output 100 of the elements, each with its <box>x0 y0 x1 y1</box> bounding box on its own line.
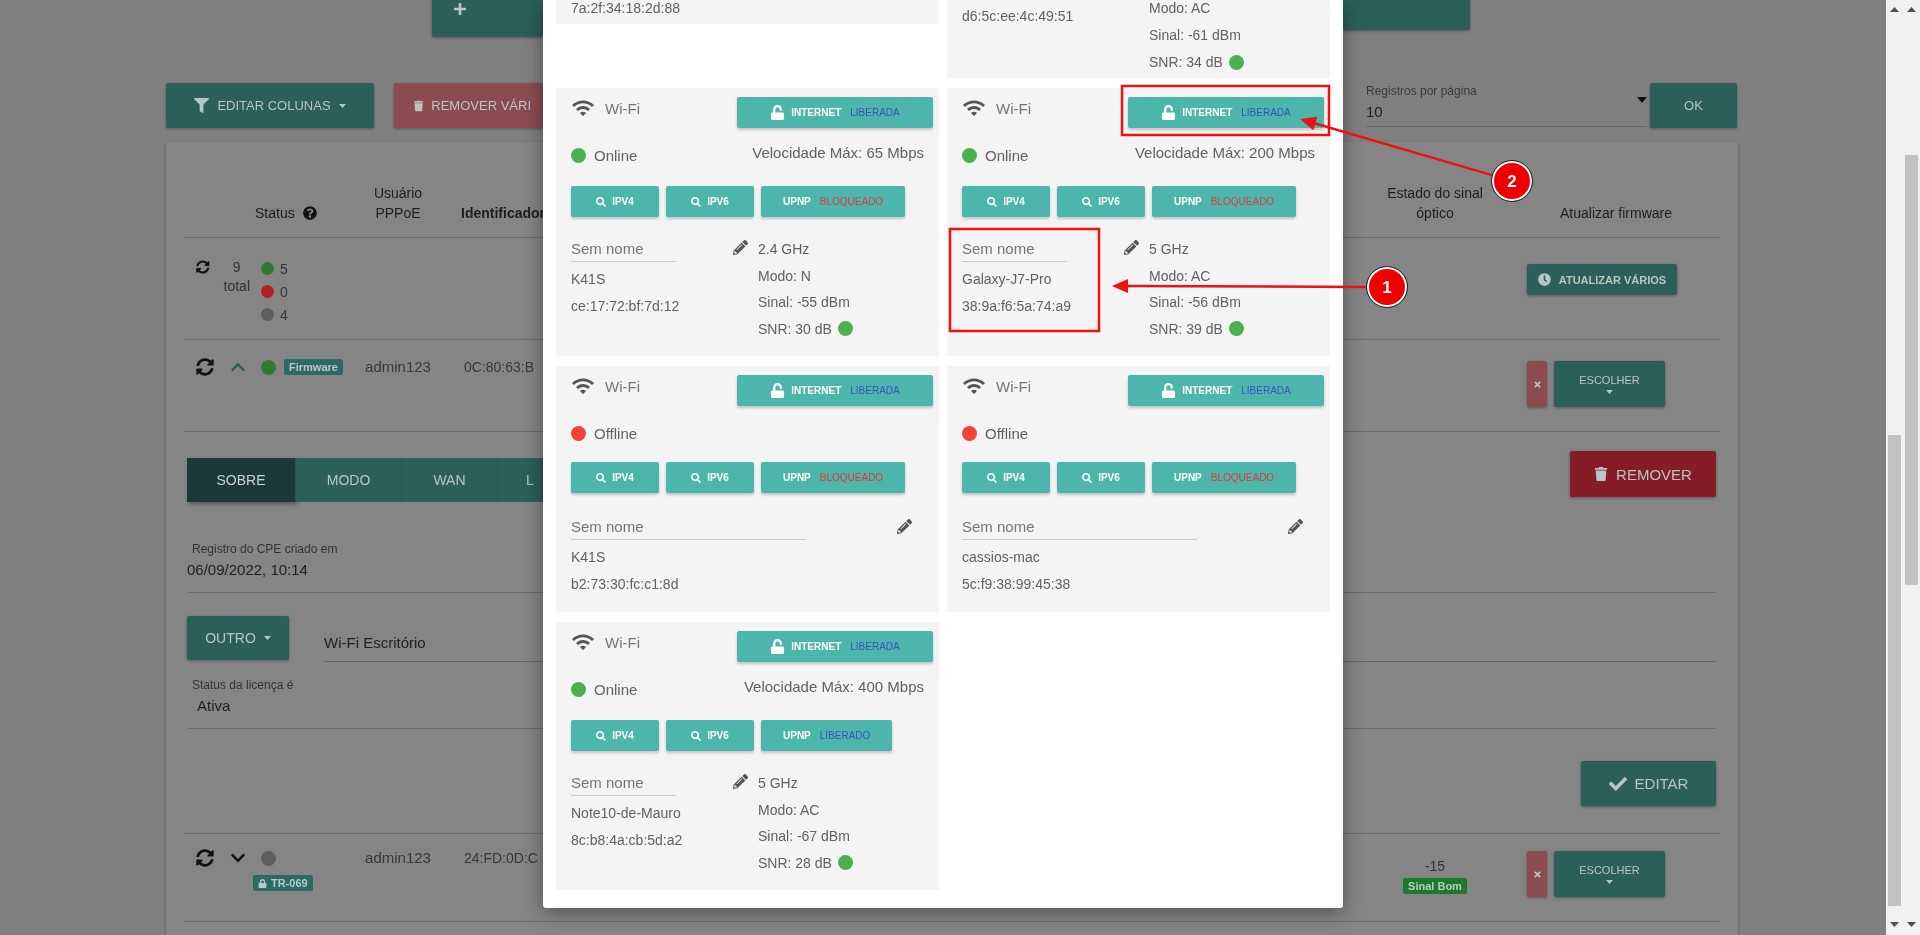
ipv6-button[interactable]: IPV6 <box>1057 462 1145 493</box>
upnp-button[interactable]: UPNP BLOQUEADO <box>761 186 906 217</box>
mac-address: 7a:2f:34:18:2d:88 <box>571 0 681 18</box>
status-text: Offline <box>985 424 1029 442</box>
tab[interactable]: L <box>498 458 543 502</box>
device-name-field[interactable]: Sem nome <box>571 514 806 540</box>
ipv6-button[interactable]: IPV6 <box>1057 186 1145 217</box>
column-header: Usuário PPPoE <box>372 184 424 223</box>
update-all-button[interactable]: ATUALIZAR VÁRIOS <box>1527 264 1677 295</box>
snr-value: SNR: 28 dB <box>758 853 832 873</box>
ipv6-button[interactable]: IPV6 <box>666 462 754 493</box>
connection-type: Wi-Fi <box>996 377 1031 395</box>
per-page-select[interactable]: 10 <box>1366 99 1647 127</box>
signal-strength: Sinal: -67 dBm <box>758 827 851 846</box>
total-label: total <box>223 279 250 293</box>
license-status: Ativa <box>197 696 232 716</box>
ipv4-button[interactable]: IPV4 <box>571 186 659 217</box>
status-text: Online <box>594 680 638 698</box>
mac-address: b2:73:30:fc:c1:8d <box>571 575 680 594</box>
callout-marker: 1 <box>1366 266 1408 308</box>
band-label: 5 GHz <box>1149 240 1190 259</box>
snr-value: SNR: 30 dB <box>758 319 832 339</box>
hostname: K41S <box>571 548 607 567</box>
ipv4-button[interactable]: IPV4 <box>962 186 1050 217</box>
wifi-mode: Modo: AC <box>758 800 821 820</box>
internet-access-button[interactable]: INTERNET LIBERADA <box>737 631 933 662</box>
signal-status-badge: Sinal Bom <box>1403 878 1467 894</box>
device-name-field[interactable]: Sem nome <box>962 514 1197 540</box>
total-count: 9 <box>232 258 241 277</box>
wifi-mode: Modo: N <box>758 266 812 286</box>
hostname: Note10-de-Mauro <box>571 804 682 823</box>
ipv6-button[interactable]: IPV6 <box>666 720 754 751</box>
status-text: Online <box>594 146 638 164</box>
tab[interactable]: WAN <box>402 458 498 502</box>
field-label: Status da licença é <box>192 677 295 694</box>
optical-signal: -15 <box>1424 857 1446 876</box>
wifi-mode: Modo: AC <box>1149 266 1212 286</box>
band-label: 2.4 GHz <box>758 240 811 259</box>
upnp-button[interactable]: UPNP BLOQUEADO <box>761 462 906 493</box>
column-header: Status <box>255 204 295 223</box>
upnp-button[interactable]: UPNP BLOQUEADO <box>1152 186 1297 217</box>
internet-access-button[interactable]: INTERNET LIBERADA <box>1128 97 1324 128</box>
pppoe-user: admin123 <box>365 848 431 868</box>
created-date: 06/09/2022, 10:14 <box>187 560 309 580</box>
upnp-button[interactable]: UPNP LIBERADO <box>761 720 893 751</box>
signal-strength: Sinal: -56 dBm <box>1149 293 1242 312</box>
ipv4-button[interactable]: IPV4 <box>571 720 659 751</box>
callout-marker: 2 <box>1491 160 1533 202</box>
status-count: 4 <box>280 305 288 325</box>
snr-value: SNR: 34 dB <box>1149 53 1223 72</box>
internet-access-button[interactable]: INTERNET LIBERADA <box>737 375 933 406</box>
band-label: 5 GHz <box>758 774 799 793</box>
device-name-field[interactable]: Sem nome <box>571 236 676 262</box>
status-count: 5 <box>280 259 288 279</box>
status-text: Online <box>985 146 1029 164</box>
tab[interactable]: MODO <box>296 458 402 502</box>
mac-address: d6:5c:ee:4c:49:51 <box>962 7 1075 26</box>
ipv4-button[interactable]: IPV4 <box>571 462 659 493</box>
signal-strength: Sinal: -55 dBm <box>758 293 851 312</box>
ipv4-button[interactable]: IPV4 <box>962 462 1050 493</box>
status-count: 0 <box>280 282 288 302</box>
max-speed: Velocidade Máx: 400 Mbps <box>743 677 924 695</box>
edit-button[interactable]: EDITAR <box>1581 761 1716 806</box>
field-label: Registros por página <box>1366 83 1478 99</box>
protocol-badge: TR-069 <box>253 875 313 891</box>
pppoe-user: admin123 <box>365 357 431 377</box>
hostname: cassios-mac <box>962 548 1041 567</box>
device-name-field[interactable]: Sem nome <box>571 770 676 796</box>
max-speed: Velocidade Máx: 200 Mbps <box>1134 143 1315 161</box>
mac-address: ce:17:72:bf:7d:12 <box>571 297 681 316</box>
connection-type: Wi-Fi <box>996 99 1031 117</box>
remove-many-button[interactable]: REMOVER VÁRI <box>394 83 543 128</box>
internet-access-button[interactable]: INTERNET LIBERADA <box>1128 375 1324 406</box>
connection-type: Wi-Fi <box>605 377 640 395</box>
device-name-field[interactable]: Sem nome <box>962 236 1067 262</box>
identifier: 24:FD:0D:C <box>464 849 538 868</box>
status-text: Offline <box>594 424 638 442</box>
column-header: Atualizar firmware <box>1560 204 1672 223</box>
identifier: 0C:80:63:B <box>464 358 535 377</box>
ok-button[interactable]: OK <box>1650 83 1737 128</box>
column-header: Identificador <box>461 204 545 223</box>
mac-address: 38:9a:f6:5a:74:a9 <box>962 297 1072 316</box>
snr-value: SNR: 39 dB <box>1149 319 1223 339</box>
connection-type: Wi-Fi <box>605 633 640 651</box>
connection-type: Wi-Fi <box>605 99 640 117</box>
hostname: Galaxy-J7-Pro <box>962 270 1053 289</box>
firmware-choose-button[interactable]: ESCOLHER <box>1554 361 1665 407</box>
remove-button[interactable]: REMOVER <box>1570 451 1716 497</box>
hostname: K41S <box>571 270 607 289</box>
edit-columns-button[interactable]: EDITAR COLUNAS <box>166 83 374 128</box>
field-label: Registro do CPE criado em <box>192 541 339 558</box>
tab[interactable]: SOBRE <box>187 458 296 502</box>
firmware-choose-button[interactable]: ESCOLHER <box>1554 851 1665 897</box>
max-speed: Velocidade Máx: 65 Mbps <box>752 143 924 161</box>
upnp-button[interactable]: UPNP BLOQUEADO <box>1152 462 1297 493</box>
ipv6-button[interactable]: IPV6 <box>666 186 754 217</box>
internet-access-button[interactable]: INTERNET LIBERADA <box>737 97 933 128</box>
firmware-badge: Firmware <box>284 359 343 375</box>
mode-dropdown-button[interactable]: OUTRO <box>187 616 289 660</box>
mac-address: 8c:b8:4a:cb:5d:a2 <box>571 831 684 850</box>
